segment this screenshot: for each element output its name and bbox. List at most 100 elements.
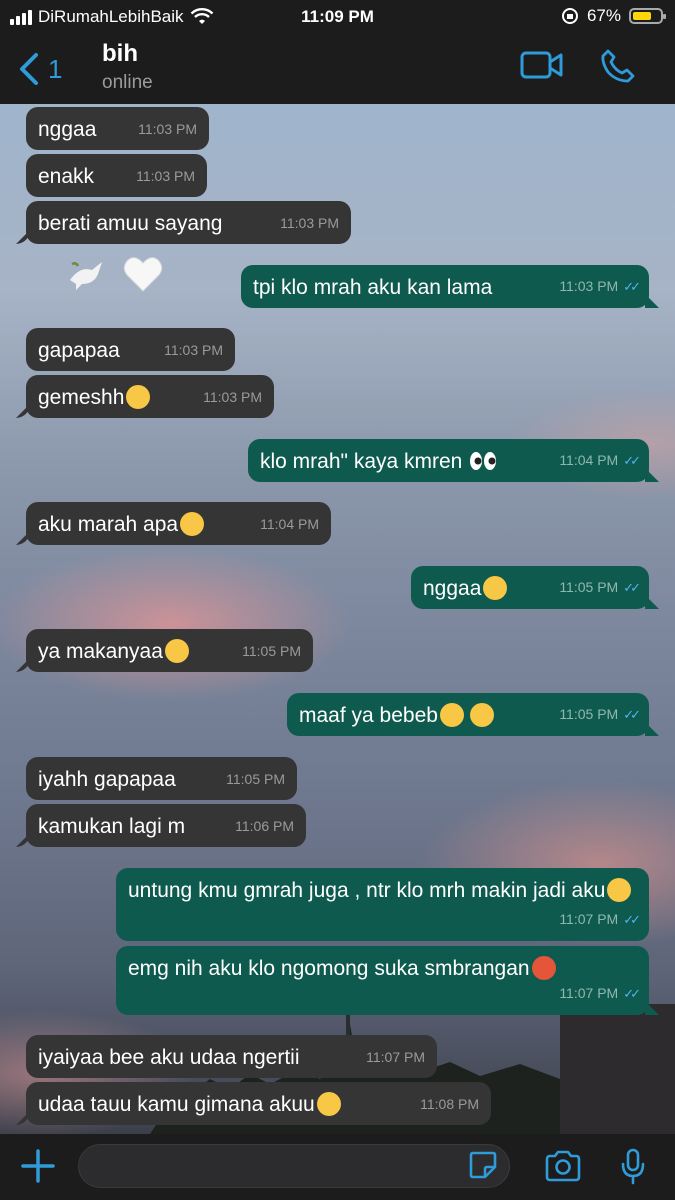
battery-icon (629, 8, 666, 24)
message-text: aku marah apa (38, 513, 179, 536)
message-input-wrapper (78, 1144, 510, 1189)
message-text: untung kmu gmrah juga , ntr klo mrh maki… (128, 879, 606, 902)
message-time: 11:03 PM (280, 215, 339, 231)
message-bubble[interactable]: iyahh gapapaa 11:05 PM (26, 757, 297, 800)
message-bubble[interactable]: nggaa 11:05 PM ✓✓ (411, 566, 649, 609)
message-time: 11:05 PM (242, 643, 301, 659)
message-bubble[interactable]: klo mrah" kaya kmren 11:04 PM ✓✓ (248, 439, 649, 482)
message-bubble[interactable]: kamukan lagi m 11:06 PM (26, 804, 306, 847)
message-text: tpi klo mrah aku kan lama (253, 276, 493, 299)
message-bubble[interactable]: iyaiyaa bee aku udaa ngertii 11:07 PM (26, 1035, 437, 1078)
message-bubble[interactable]: untung kmu gmrah juga , ntr klo mrh maki… (116, 868, 649, 941)
chat-header: 1 bih online (0, 34, 675, 104)
sticker-row (66, 254, 164, 294)
message-text: gemeshh (38, 386, 125, 409)
message-bubble[interactable]: ya makanyaa 11:05 PM (26, 629, 313, 672)
eye-roll-face-icon (316, 1092, 341, 1116)
read-ticks-icon: ✓✓ (623, 580, 641, 595)
message-time: 11:03 PM (559, 278, 619, 294)
status-right: 67% (561, 6, 666, 26)
message-meta: 11:07 PM ✓✓ (559, 979, 641, 1008)
message-bubble[interactable]: maaf ya bebeb 11:05 PM ✓✓ (287, 693, 649, 736)
message-time: 11:04 PM (559, 452, 619, 468)
pleading-face-icon (483, 576, 508, 600)
status-bar: DiRumahLebihBaik 11:09 PM 67% (0, 0, 675, 34)
message-time: 11:05 PM (559, 579, 619, 595)
video-call-button[interactable] (520, 48, 564, 87)
message-time: 11:06 PM (235, 818, 294, 834)
message-time: 11:03 PM (138, 121, 197, 137)
message-bubble[interactable]: nggaa 11:03 PM (26, 107, 209, 150)
orientation-lock-icon (561, 8, 578, 24)
message-time: 11:04 PM (260, 516, 319, 532)
read-ticks-icon: ✓✓ (623, 707, 641, 722)
message-time: 11:03 PM (136, 168, 195, 184)
composer-bar (0, 1134, 675, 1200)
message-time: 11:05 PM (559, 706, 619, 722)
message-text: gapapaa (38, 339, 120, 362)
message-bubble[interactable]: aku marah apa 11:04 PM (26, 502, 331, 545)
message-text: ya makanyaa (38, 640, 163, 663)
message-bubble[interactable]: udaa tauu kamu gimana akuu 11:08 PM (26, 1082, 491, 1125)
voice-message-button[interactable] (620, 1148, 646, 1191)
dove-icon (70, 262, 102, 290)
cursing-face-icon (531, 956, 556, 980)
attach-button[interactable] (20, 1148, 56, 1189)
message-text: nggaa (423, 577, 482, 600)
chevron-left-icon (20, 53, 38, 85)
message-text: maaf ya bebeb (299, 704, 438, 727)
message-text: kamukan lagi m (38, 815, 186, 838)
camera-icon (545, 1150, 581, 1182)
message-time: 11:05 PM (226, 771, 285, 787)
message-bubble[interactable]: berati amuu sayang 11:03 PM (26, 201, 351, 244)
message-time: 11:07 PM (559, 985, 619, 1001)
message-time: 11:08 PM (420, 1096, 479, 1112)
message-time: 11:03 PM (203, 389, 262, 405)
message-time: 11:07 PM (366, 1049, 425, 1065)
message-bubble[interactable]: emg nih aku klo ngomong suka smbrangan 1… (116, 946, 649, 1015)
message-text: emg nih aku klo ngomong suka smbrangan (128, 957, 530, 980)
relieved-face-icon (180, 512, 205, 536)
hugging-face-icon (469, 703, 494, 727)
contact-status: online (102, 72, 153, 93)
read-ticks-icon: ✓✓ (623, 912, 641, 927)
voice-call-button[interactable] (600, 48, 636, 89)
message-meta: 11:05 PM ✓✓ (559, 573, 641, 602)
message-text: nggaa (38, 118, 97, 141)
message-bubble[interactable]: tpi klo mrah aku kan lama 11:03 PM ✓✓ (241, 265, 649, 308)
white-heart-icon (123, 257, 163, 292)
message-text: berati amuu sayang (38, 212, 223, 235)
message-text: iyahh gapapaa (38, 768, 176, 791)
message-text: iyaiyaa bee aku udaa ngertii (38, 1046, 300, 1069)
back-button[interactable]: 1 (18, 52, 62, 86)
read-ticks-icon: ✓✓ (623, 279, 641, 294)
phone-icon (601, 49, 635, 83)
message-meta: 11:03 PM ✓✓ (559, 272, 641, 301)
video-camera-icon (520, 51, 563, 79)
contact-info[interactable]: bih online (102, 40, 153, 94)
message-text: enakk (38, 165, 95, 188)
message-bubble[interactable]: gapapaa 11:03 PM (26, 328, 235, 371)
confused-face-icon (607, 878, 632, 902)
message-bubble[interactable]: gemeshh 11:03 PM (26, 375, 274, 418)
microphone-icon (621, 1148, 645, 1185)
message-bubble[interactable]: enakk 11:03 PM (26, 154, 207, 197)
smirk-face-icon (164, 639, 189, 663)
message-time: 11:07 PM (559, 911, 619, 927)
frowning-face-icon (439, 703, 464, 727)
eyes-icon (470, 452, 497, 470)
message-input[interactable] (95, 1145, 479, 1189)
message-meta: 11:05 PM ✓✓ (559, 700, 641, 729)
read-ticks-icon: ✓✓ (623, 986, 641, 1001)
plus-icon (21, 1149, 55, 1183)
unread-count: 1 (48, 53, 63, 84)
sticker-button[interactable] (468, 1150, 498, 1185)
camera-button[interactable] (544, 1150, 582, 1187)
sticker-icon (469, 1151, 497, 1179)
message-meta: 11:07 PM ✓✓ (559, 905, 641, 934)
message-meta: 11:04 PM ✓✓ (559, 446, 641, 475)
message-text: udaa tauu kamu gimana akuu (38, 1093, 315, 1116)
message-time: 11:03 PM (164, 342, 223, 358)
contact-name: bih (102, 40, 138, 67)
battery-percent: 67% (586, 6, 621, 25)
